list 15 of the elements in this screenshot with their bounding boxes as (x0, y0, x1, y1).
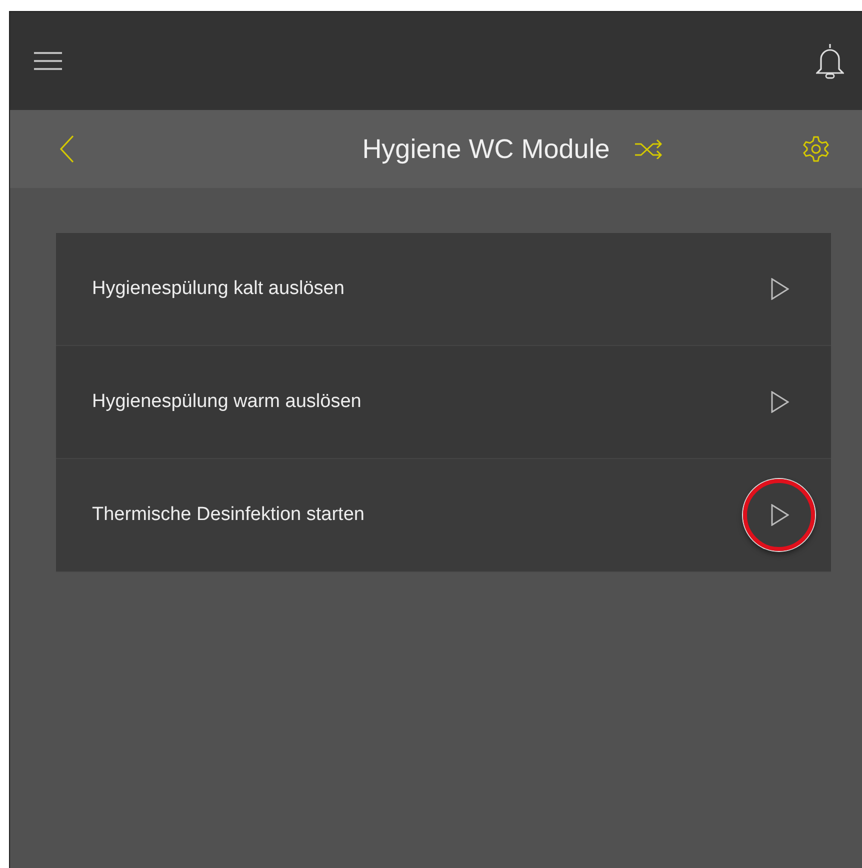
shuffle-icon[interactable] (634, 139, 664, 159)
page-title: Hygiene WC Module (362, 134, 610, 164)
bell-icon[interactable] (816, 42, 844, 80)
action-row[interactable]: Hygienespülung warm auslösen (56, 346, 831, 459)
action-label: Hygienespülung warm auslösen (92, 391, 362, 413)
action-row[interactable]: Thermische Desinfektion starten (56, 459, 831, 572)
play-icon[interactable] (771, 278, 789, 300)
menu-icon[interactable] (34, 51, 62, 71)
settings-icon[interactable] (802, 135, 830, 163)
play-icon[interactable] (771, 391, 789, 413)
action-label: Thermische Desinfektion starten (92, 504, 364, 526)
action-row[interactable]: Hygienespülung kalt auslösen (56, 233, 831, 346)
back-icon[interactable] (60, 135, 74, 163)
action-label: Hygienespülung kalt auslösen (92, 278, 344, 300)
play-icon[interactable] (771, 504, 789, 526)
